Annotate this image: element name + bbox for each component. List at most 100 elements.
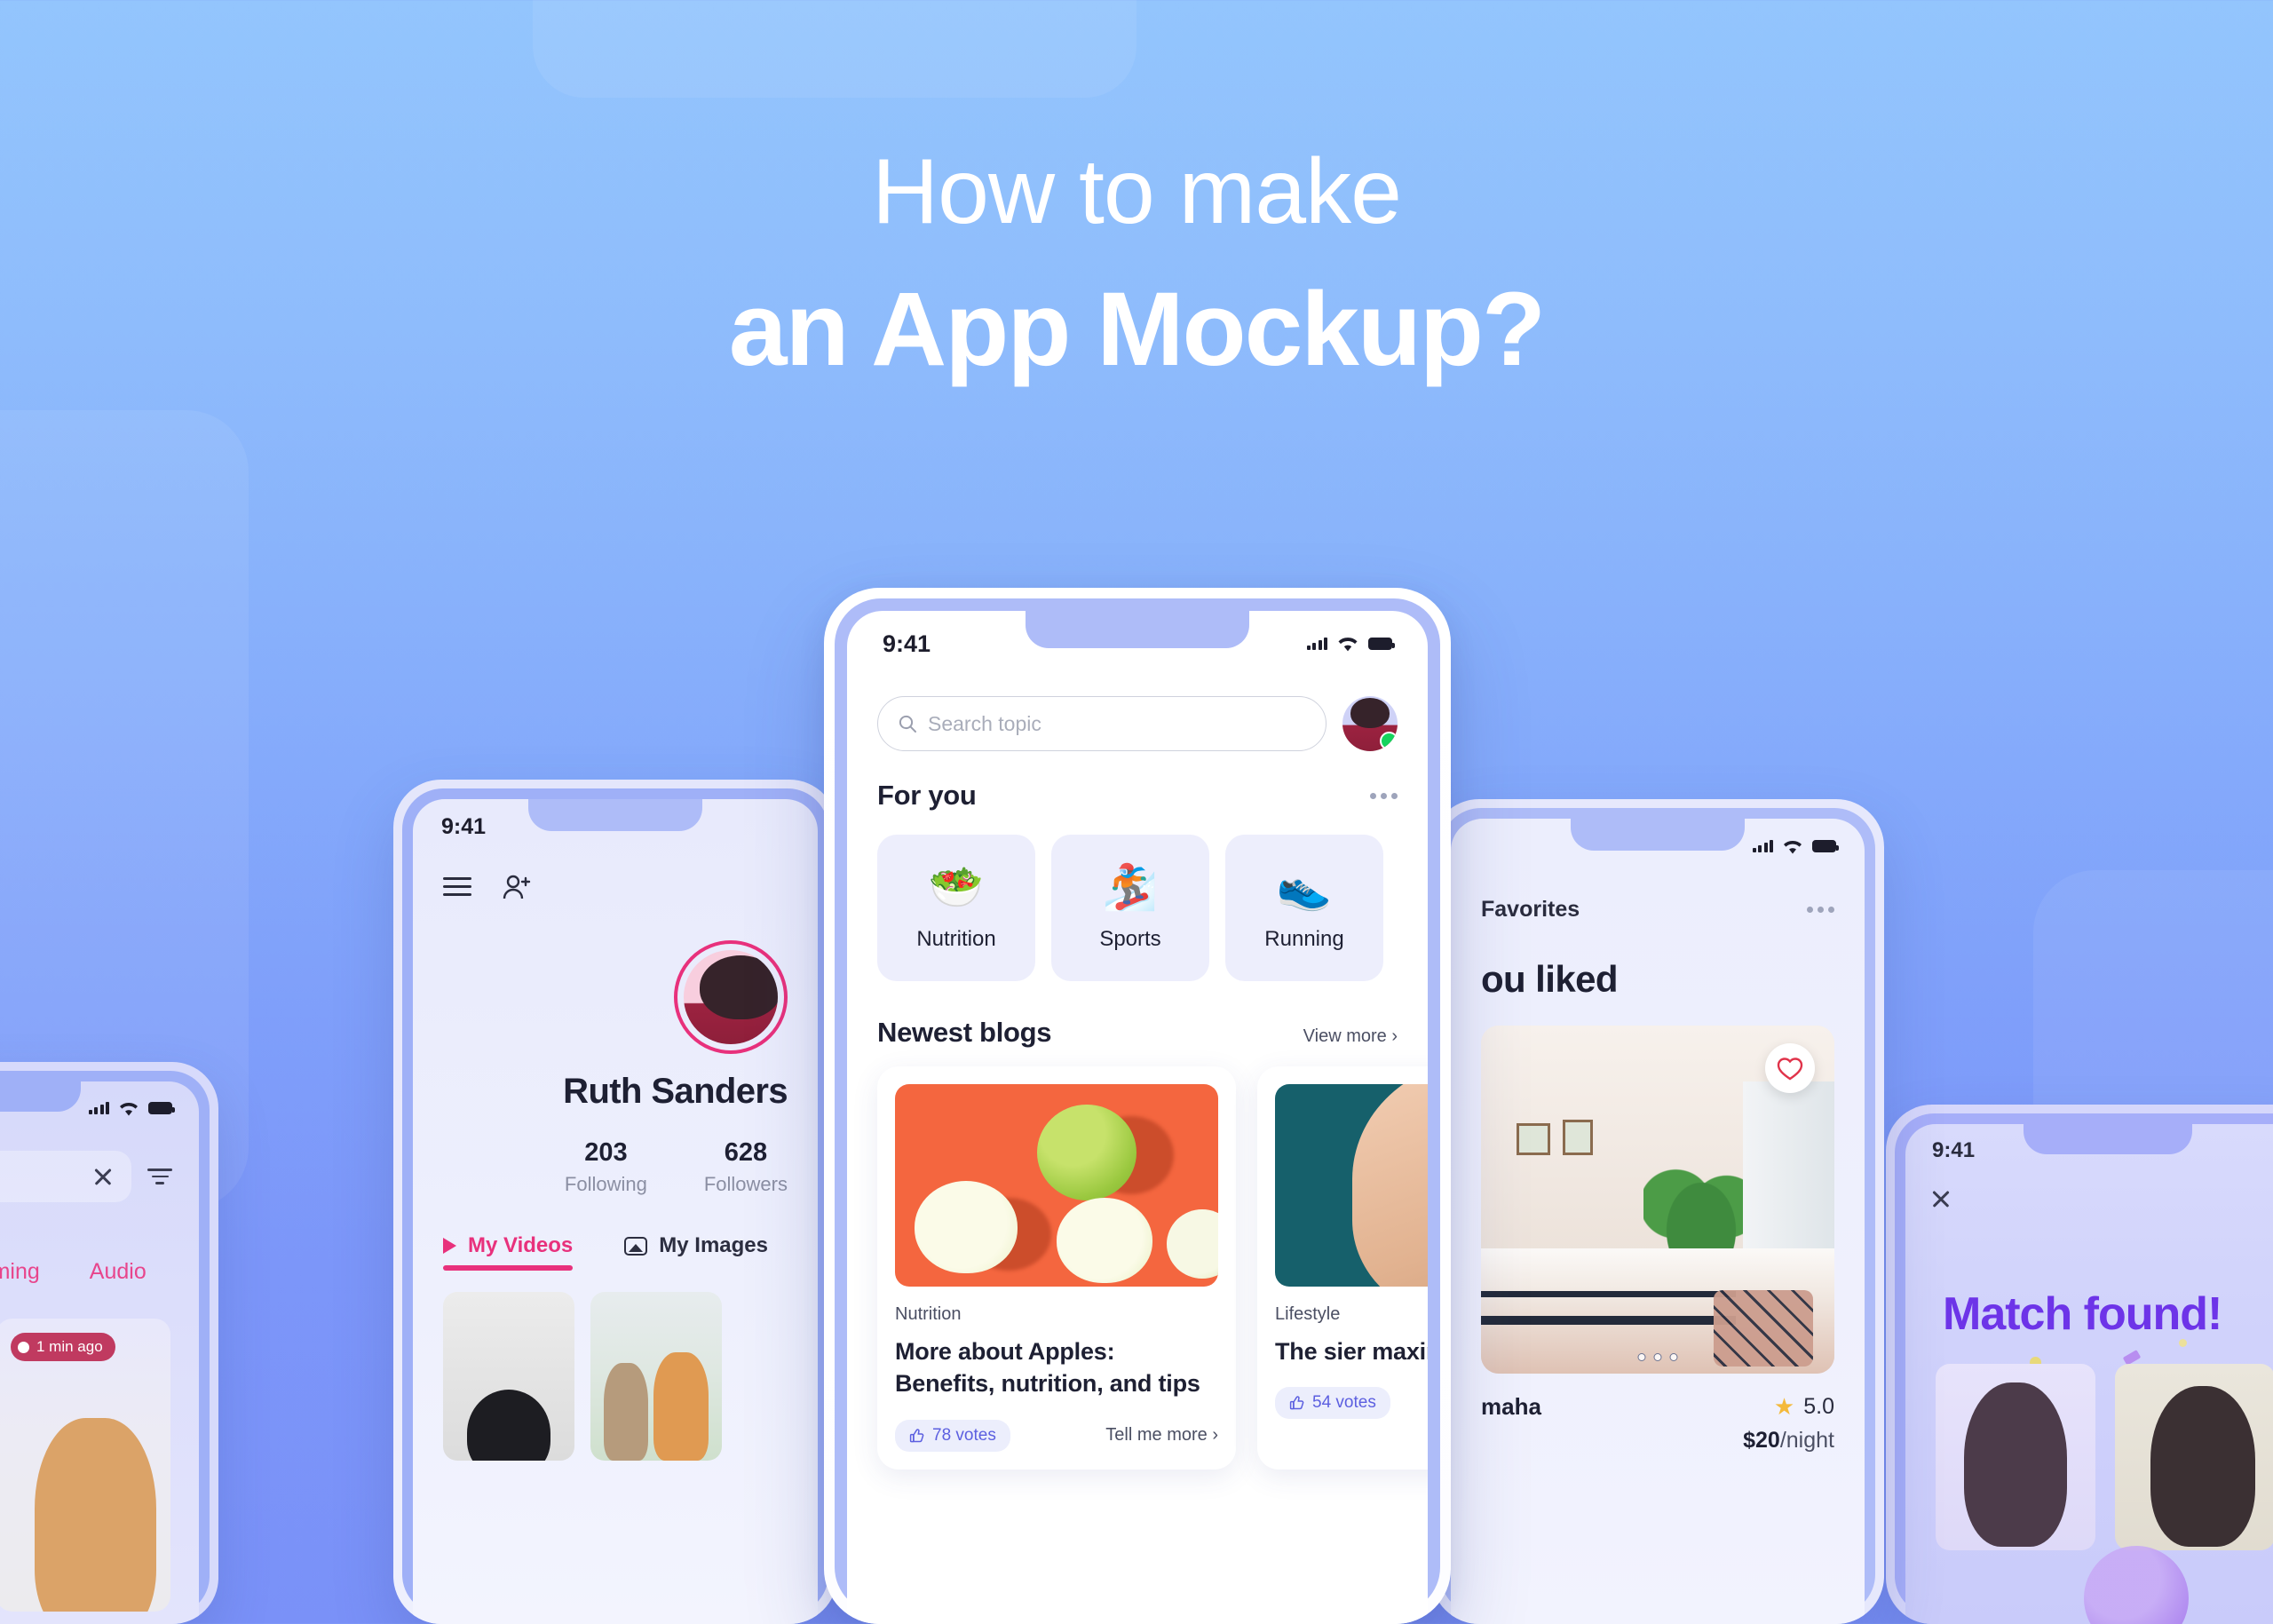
- more-options-icon[interactable]: [1807, 907, 1834, 913]
- salad-icon: 🥗: [928, 861, 985, 912]
- votes-badge[interactable]: 78 votes: [895, 1419, 1010, 1452]
- stat-following[interactable]: 203 Following: [565, 1138, 647, 1196]
- search-icon: [899, 715, 916, 733]
- stat-value: 628: [724, 1138, 768, 1167]
- cta-label: Tell me more: [1105, 1425, 1208, 1446]
- profile-name: Ruth Sanders: [563, 1072, 788, 1111]
- status-time: 9:41: [441, 813, 487, 839]
- streaming-card-list: 1 min ago: [0, 1285, 199, 1612]
- signal-bars-icon: [1306, 638, 1327, 650]
- phone-screen-profile: 9:41 Ruth Sanders 203 Following 628 Foll…: [413, 799, 818, 1624]
- battery-icon: [1812, 840, 1839, 852]
- star-icon: ★: [1773, 1393, 1795, 1420]
- search-input[interactable]: Search topic: [877, 696, 1327, 751]
- thumbs-up-icon: [1289, 1396, 1304, 1410]
- blog-title: The sier maximi: [1275, 1338, 1428, 1365]
- match-title: Match found!: [1943, 1288, 2222, 1340]
- more-options-icon[interactable]: [1370, 792, 1398, 799]
- blog-footer: 78 votes Tell me more ›: [895, 1419, 1218, 1452]
- status-bar: 9:41: [847, 611, 1428, 677]
- listing-card[interactable]: [1481, 1026, 1834, 1374]
- blog-thumbnail: [895, 1084, 1218, 1287]
- status-bar: [1451, 819, 1865, 874]
- streaming-tabs: Accounts Streaming Audio: [0, 1202, 199, 1285]
- running-shoe-icon: 👟: [1276, 861, 1333, 912]
- stat-label: Followers: [703, 1173, 788, 1195]
- blog-card[interactable]: Nutrition More about Apples: Benefits, n…: [877, 1066, 1236, 1470]
- blog-category: Lifestyle: [1275, 1304, 1341, 1324]
- status-bar: 9:41: [0, 1081, 199, 1135]
- phone-screen-favorites: Favorites ou liked maha ★ 5.0 $20/night: [1451, 819, 1865, 1624]
- rating: ★ 5.0: [1774, 1393, 1834, 1421]
- votes-badge[interactable]: 54 votes: [1275, 1387, 1390, 1420]
- phone-screen-streaming: 9:41 Accounts Streaming Audio 1 mi: [0, 1081, 199, 1624]
- tab-audio[interactable]: Audio: [90, 1259, 147, 1285]
- status-time: 9:41: [883, 630, 931, 657]
- media-thumbnail[interactable]: [590, 1292, 722, 1461]
- snowboarder-icon: 🏂: [1102, 861, 1159, 912]
- status-bar: 9:41: [1905, 1124, 2273, 1177]
- bed-stripe-decor: [1481, 1290, 1736, 1297]
- category-card-running[interactable]: 👟 Running: [1225, 835, 1383, 981]
- rating-value: 5.0: [1803, 1394, 1834, 1419]
- phone-mockup-match: 9:41 Match found!: [1886, 1105, 2273, 1624]
- stat-followers[interactable]: 628 Followers: [704, 1138, 788, 1196]
- category-card-nutrition[interactable]: 🥗 Nutrition: [877, 835, 1035, 981]
- price-unit: /night: [1779, 1428, 1834, 1453]
- hero-heading: How to make an App Mockup?: [0, 0, 2273, 387]
- hero-line-1: How to make: [872, 140, 1402, 243]
- page-title: Favorites: [1481, 897, 1580, 922]
- filter-icon[interactable]: [147, 1164, 172, 1189]
- media-thumbnail[interactable]: [443, 1292, 574, 1461]
- pillow-decor: [1714, 1290, 1814, 1367]
- blog-card[interactable]: Lifestyle The sier maximi 54 votes Tell …: [1257, 1066, 1428, 1470]
- favorites-heading: ou liked: [1481, 958, 1618, 1000]
- image-icon: [624, 1236, 648, 1256]
- search-input[interactable]: [0, 1151, 131, 1202]
- heart-icon[interactable]: [1765, 1043, 1815, 1093]
- avatar[interactable]: [1342, 696, 1398, 751]
- status-icons: [88, 1100, 175, 1117]
- thumbs-up-icon: [909, 1429, 924, 1443]
- close-icon[interactable]: [92, 1166, 114, 1187]
- price-amount: $20: [1743, 1428, 1780, 1453]
- confetti-decor: [2179, 1339, 2187, 1347]
- hamburger-menu-icon[interactable]: [443, 872, 471, 901]
- wifi-icon: [120, 1102, 138, 1115]
- match-photo[interactable]: [1936, 1364, 2095, 1550]
- listing-meta: maha ★ 5.0: [1451, 1374, 1865, 1421]
- carousel-dots[interactable]: [1637, 1353, 1678, 1361]
- listing-name: maha: [1481, 1393, 1541, 1420]
- status-time: 9:41: [1932, 1138, 1976, 1162]
- play-icon: [443, 1238, 456, 1254]
- blog-footer: 54 votes Tell me more ›: [1275, 1387, 1428, 1420]
- category-card-sports[interactable]: 🏂 Sports: [1051, 835, 1209, 981]
- profile-body: Ruth Sanders 203 Following 628 Followers…: [413, 940, 818, 1461]
- category-list: 🥗 Nutrition 🏂 Sports 👟 Running: [847, 812, 1428, 981]
- phone-mockup-profile: 9:41 Ruth Sanders 203 Following 628 Foll…: [393, 780, 837, 1624]
- tell-me-more-link[interactable]: Tell me more ›: [1105, 1425, 1218, 1446]
- wifi-icon: [1338, 638, 1358, 652]
- votes-label: 78 votes: [932, 1425, 996, 1445]
- view-more-link[interactable]: View more ›: [1303, 1026, 1398, 1047]
- phone-mockup-blog: 9:41 Search topic For you 🥗 Nutrition 🏂 …: [824, 588, 1451, 1624]
- status-icons: [1752, 838, 1839, 855]
- category-label: Sports: [1099, 926, 1161, 951]
- phone-screen-blog: 9:41 Search topic For you 🥗 Nutrition 🏂 …: [847, 611, 1428, 1624]
- hero-line-2: an App Mockup?: [728, 271, 1546, 389]
- newest-blogs-header: Newest blogs View more ›: [847, 981, 1428, 1049]
- tab-streaming[interactable]: Streaming: [0, 1259, 40, 1285]
- tab-my-images[interactable]: My Images: [624, 1233, 768, 1271]
- blog-card-list: Nutrition More about Apples: Benefits, n…: [847, 1049, 1428, 1470]
- signal-bars-icon: [1752, 840, 1773, 852]
- wifi-icon: [1784, 840, 1802, 853]
- profile-tabs: My Videos My Images: [443, 1233, 788, 1271]
- add-user-icon[interactable]: [502, 874, 532, 900]
- list-item[interactable]: 1 min ago: [0, 1319, 170, 1612]
- blog-title: More about Apples: Benefits, nutrition, …: [895, 1338, 1200, 1398]
- tab-my-videos[interactable]: My Videos: [443, 1233, 574, 1271]
- match-photo[interactable]: [2115, 1364, 2273, 1550]
- avatar[interactable]: [674, 940, 788, 1054]
- status-badge: 1 min ago: [11, 1333, 115, 1361]
- category-label: Nutrition: [916, 926, 996, 951]
